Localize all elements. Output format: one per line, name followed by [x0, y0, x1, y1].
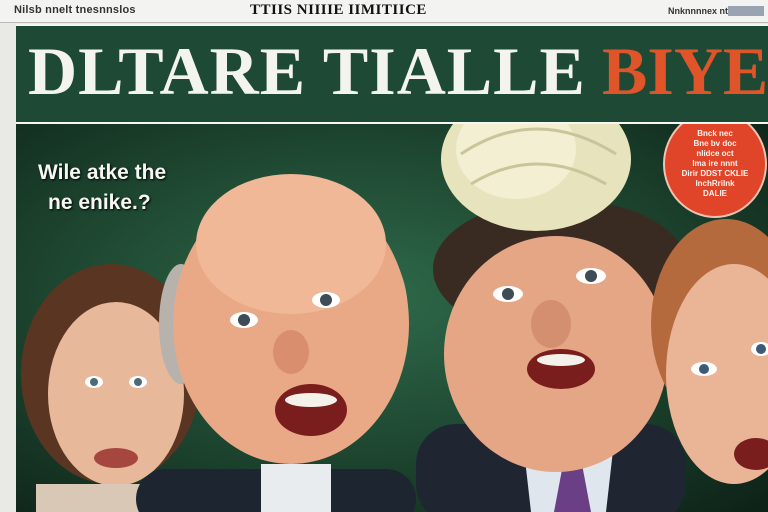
- cover-headline: Wile atke the ne enike.?: [38, 158, 166, 218]
- promo-bubble-line: InchRriInk: [695, 179, 735, 188]
- top-strip: Nilsb nnelt tnesnnslos TTIIS NIIIIE IIMI…: [0, 0, 768, 23]
- top-strip-center-title: TTIIS NIIIIE IIMITIICE: [250, 2, 427, 18]
- masthead-accent-word: BIYE: [602, 33, 768, 109]
- promo-bubble-line: Bne bv doc: [693, 139, 737, 148]
- promo-bubble-line: Dirir DDST CKLIE: [681, 169, 749, 178]
- promo-bubble-line: Bnck nec: [697, 129, 733, 138]
- top-strip-badge: [728, 6, 764, 16]
- onion-man-figure: [416, 199, 689, 512]
- top-strip-right-text: Nnknnnnex ntio: [668, 6, 736, 16]
- masthead: DLTARE TIALLE BIYE: [16, 24, 768, 125]
- cover-photo: Wile atke the ne enike.? Bnck nec Bne bv…: [16, 124, 768, 512]
- promo-bubble-line: nlidce oct: [696, 149, 734, 158]
- magazine-cover: Nilsb nnelt tnesnnslos TTIIS NIIIIE IIMI…: [0, 0, 768, 512]
- cover-headline-line-1: Wile atke the: [38, 161, 167, 184]
- promo-bubble-line: DALIE: [703, 189, 727, 198]
- cover-headline-line-2: ne enike.?: [48, 191, 151, 214]
- promo-bubble-line: Ima ire nnnt: [692, 159, 738, 168]
- masthead-title: DLTARE TIALLE: [28, 33, 586, 109]
- top-strip-left-text: Nilsb nnelt tnesnnslos: [14, 4, 136, 16]
- bald-man-figure: [136, 174, 416, 512]
